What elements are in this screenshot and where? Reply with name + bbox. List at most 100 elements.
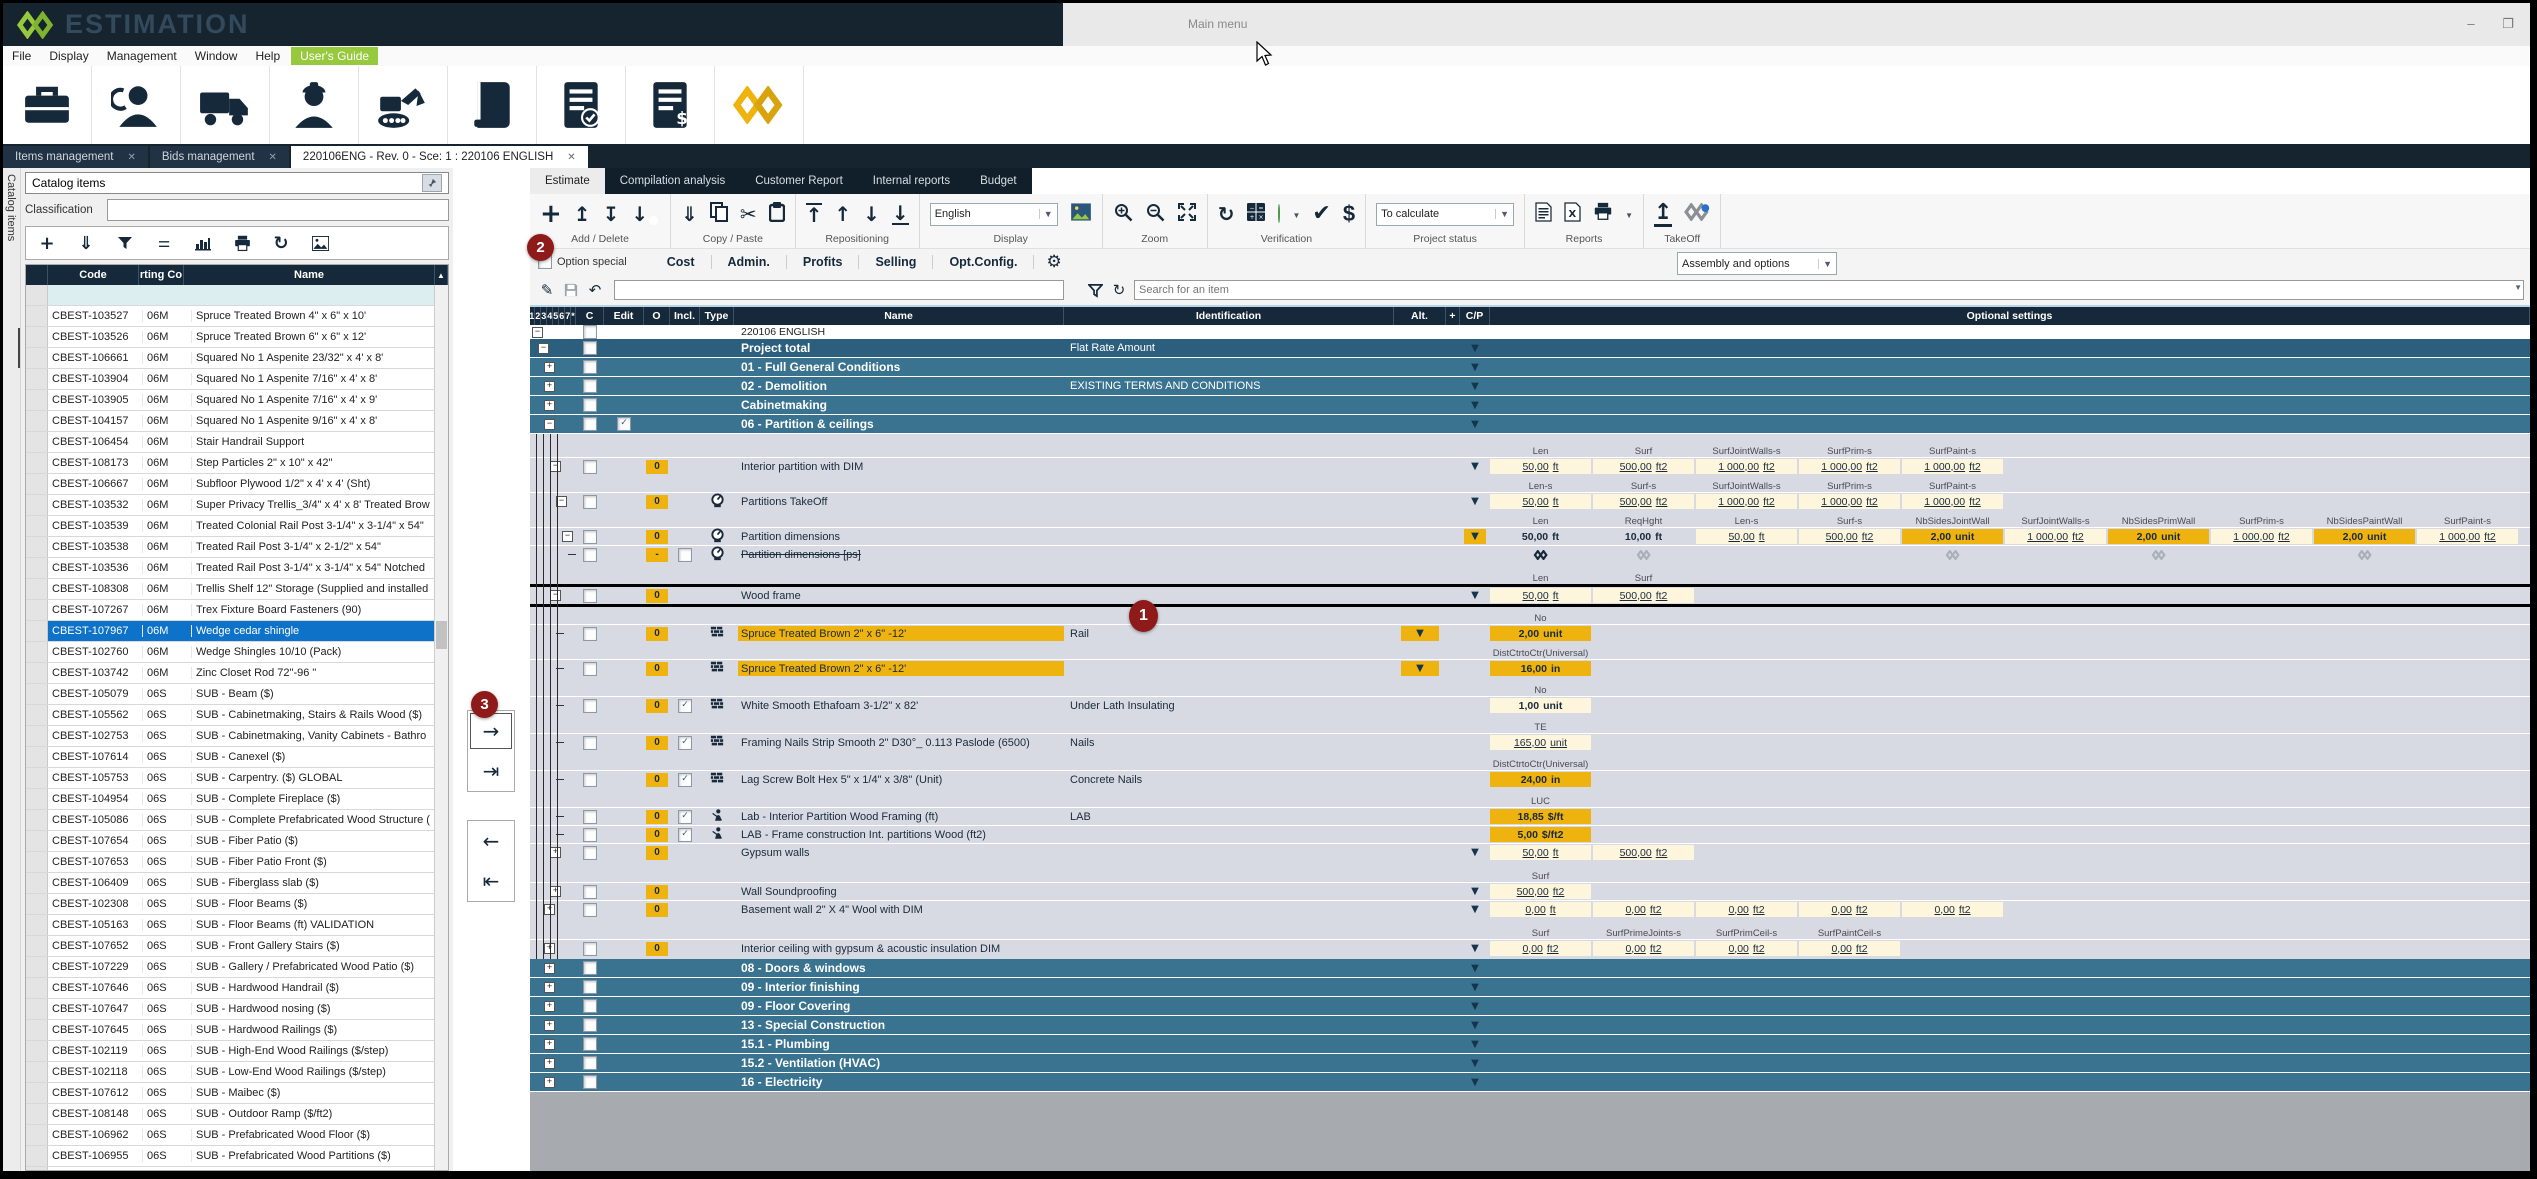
report-excel-icon[interactable]: X bbox=[1564, 202, 1581, 227]
grid-row-section[interactable]: −✓06 - Partition & ceilings▼ bbox=[530, 415, 2530, 433]
gear-icon[interactable]: ⚙ bbox=[1046, 252, 1061, 272]
grid-row-item[interactable]: +0Interior ceiling with gypsum & acousti… bbox=[530, 939, 2530, 957]
undo-icon[interactable]: ↶ bbox=[586, 281, 604, 299]
collapse-icon[interactable]: − bbox=[544, 419, 555, 430]
row-checkbox[interactable] bbox=[583, 589, 597, 603]
move-down-icon[interactable]: ↓ bbox=[863, 204, 880, 224]
grid-col-name[interactable]: Name bbox=[734, 307, 1064, 325]
grid-row-item[interactable]: 0✓Framing Nails Strip Smooth 2" D30°_ 0.… bbox=[530, 733, 2530, 751]
option-value[interactable]: 500,00ft2 bbox=[1593, 588, 1694, 603]
catalog-row[interactable]: CBEST-10666706MSubfloor Plywood 1/2" x 4… bbox=[26, 474, 435, 495]
tab-budget[interactable]: Budget bbox=[965, 168, 1031, 194]
zoom-out-icon[interactable] bbox=[1145, 202, 1165, 227]
option-box[interactable]: 0 bbox=[646, 828, 668, 842]
row-checkbox[interactable] bbox=[583, 980, 597, 994]
row-checkbox[interactable] bbox=[583, 773, 597, 787]
copy-paste-arrow[interactable]: ▼ bbox=[1471, 963, 1479, 974]
takeoff-arrow-icon[interactable]: ↥ bbox=[1654, 202, 1672, 227]
print-icon[interactable] bbox=[231, 232, 253, 254]
menu-item-management[interactable]: Management bbox=[98, 49, 186, 63]
button-profits[interactable]: Profits bbox=[787, 255, 860, 269]
grid-row-section[interactable]: +15.2 - Ventilation (HVAC)▼ bbox=[530, 1054, 2530, 1072]
row-checkbox[interactable] bbox=[583, 828, 597, 842]
tab-compilation-analysis[interactable]: Compilation analysis bbox=[605, 168, 740, 194]
tab-internal-reports[interactable]: Internal reports bbox=[858, 168, 965, 194]
alt-arrow-button[interactable]: ▼ bbox=[1401, 626, 1439, 641]
option-value[interactable]: 10,00ft bbox=[1593, 529, 1694, 544]
copy-paste-arrow[interactable]: ▼ bbox=[1471, 496, 1479, 507]
row-name[interactable]: 15.1 - Plumbing bbox=[738, 1037, 830, 1051]
row-name[interactable]: 13 - Special Construction bbox=[738, 1018, 885, 1032]
option-value[interactable]: 500,00ft2 bbox=[1799, 529, 1900, 544]
grid-row-item[interactable]: 0✓LAB - Frame construction Int. partitio… bbox=[530, 825, 2530, 843]
grid-row-item[interactable]: +0Wall Soundproofing▼500,00ft2 bbox=[530, 882, 2530, 900]
catalog-row[interactable]: CBEST-10353606MTreated Rail Post 3-1/4" … bbox=[26, 558, 435, 579]
transfer-left-end-button[interactable]: ⇤ bbox=[468, 861, 514, 901]
row-checkbox[interactable] bbox=[583, 341, 597, 355]
row-name[interactable]: Partitions TakeOff bbox=[738, 496, 827, 508]
option-value[interactable]: 500,00ft2 bbox=[1593, 845, 1694, 860]
option-value[interactable]: 1 000,00ft2 bbox=[1799, 459, 1900, 474]
paste-icon[interactable] bbox=[769, 202, 785, 227]
catalog-row[interactable]: CBEST-10390406MSquared No 1 Aspenite 7/1… bbox=[26, 369, 435, 390]
catalog-row[interactable]: CBEST-10353806MTreated Rail Post 3-1/4" … bbox=[26, 537, 435, 558]
row-name[interactable]: 06 - Partition & ceilings bbox=[738, 417, 874, 431]
print-icon[interactable] bbox=[1593, 202, 1613, 226]
row-checkbox[interactable] bbox=[583, 1056, 597, 1070]
catalog-row[interactable]: CBEST-10352606MSpruce Treated Brown 6" x… bbox=[26, 327, 435, 348]
catalog-row[interactable]: CBEST-10415706MSquared No 1 Aspenite 9/1… bbox=[26, 411, 435, 432]
copy-paste-arrow[interactable]: ▼ bbox=[1471, 419, 1479, 430]
option-value[interactable]: 2,00unit bbox=[2314, 529, 2415, 544]
grid-row-section[interactable]: +16 - Electricity▼ bbox=[530, 1073, 2530, 1091]
option-box[interactable]: 0 bbox=[646, 495, 668, 509]
excavator-button[interactable] bbox=[359, 66, 448, 144]
row-name[interactable]: Partition dimensions [ps] bbox=[738, 549, 861, 561]
grid-filter-icon[interactable] bbox=[1086, 281, 1104, 299]
grid-row-item[interactable]: 0✓Lab - Interior Partition Wood Framing … bbox=[530, 807, 2530, 825]
cut-icon[interactable]: ✂ bbox=[740, 204, 757, 224]
row-checkbox[interactable] bbox=[583, 662, 597, 676]
collapse-icon[interactable]: − bbox=[550, 590, 561, 601]
row-name[interactable]: Basement wall 2" X 4" Wool with DIM bbox=[738, 904, 923, 916]
report-doc-icon[interactable] bbox=[1535, 202, 1552, 227]
catalog-book-button[interactable] bbox=[448, 66, 537, 144]
catalog-row[interactable]: CBEST-10765106SSUB - Railings & Accs. fo… bbox=[26, 1167, 435, 1170]
row-checkbox[interactable] bbox=[583, 736, 597, 750]
row-checkbox[interactable] bbox=[583, 1075, 597, 1089]
row-checkbox[interactable] bbox=[583, 885, 597, 899]
grid-row-item[interactable]: −0Wood frame▼50,00ft500,00ft2 bbox=[530, 584, 2530, 607]
row-name[interactable]: Cabinetmaking bbox=[738, 398, 827, 412]
row-name[interactable]: 16 - Electricity bbox=[738, 1075, 822, 1089]
option-value[interactable]: 1 000,00ft2 bbox=[1696, 459, 1797, 474]
row-name[interactable]: 08 - Doors & windows bbox=[738, 961, 866, 975]
option-value[interactable]: 1 000,00ft2 bbox=[2211, 529, 2312, 544]
copy-icon[interactable] bbox=[710, 202, 728, 227]
insert-down-icon[interactable]: ↧ bbox=[603, 204, 620, 224]
row-checkbox[interactable] bbox=[583, 627, 597, 641]
catalog-scrollbar[interactable] bbox=[434, 285, 448, 1170]
close-tab-icon[interactable]: ✕ bbox=[567, 152, 575, 163]
grid-row-item[interactable]: −0Partitions TakeOff▼50,00ft500,00ft21 0… bbox=[530, 492, 2530, 510]
transfer-right-button[interactable]: → bbox=[468, 711, 514, 751]
option-value[interactable]: 1 000,00ft2 bbox=[1696, 494, 1797, 509]
grid-row-section[interactable]: +13 - Special Construction▼ bbox=[530, 1016, 2530, 1034]
copy-paste-arrow[interactable]: ▼ bbox=[1471, 1001, 1479, 1012]
truck-button[interactable] bbox=[181, 66, 270, 144]
worker-button[interactable] bbox=[270, 66, 359, 144]
row-checkbox[interactable] bbox=[583, 1037, 597, 1051]
option-box[interactable]: 0 bbox=[646, 885, 668, 899]
option-box[interactable]: 0 bbox=[646, 736, 668, 750]
status-dot-icon[interactable] bbox=[1278, 205, 1280, 223]
row-checkbox[interactable] bbox=[583, 379, 597, 393]
workspace-tab[interactable]: Items management✕ bbox=[3, 146, 148, 168]
move-up-icon[interactable]: ↑ bbox=[834, 204, 851, 224]
catalog-row[interactable]: CBEST-10211806SSUB - Low-End Wood Railin… bbox=[26, 1062, 435, 1083]
grid-row-item[interactable]: +0Gypsum walls▼50,00ft500,00ft2 bbox=[530, 843, 2530, 861]
check-icon[interactable]: ✔ bbox=[1312, 203, 1330, 225]
alt-arrow-button[interactable]: ▼ bbox=[1401, 661, 1439, 676]
col-code[interactable]: Code bbox=[48, 265, 139, 285]
option-value[interactable]: 0,00ft2 bbox=[1490, 941, 1591, 956]
option-box[interactable]: 0 bbox=[646, 810, 668, 824]
tab-estimate[interactable]: Estimate bbox=[530, 168, 605, 194]
option-box[interactable]: - bbox=[646, 548, 668, 562]
